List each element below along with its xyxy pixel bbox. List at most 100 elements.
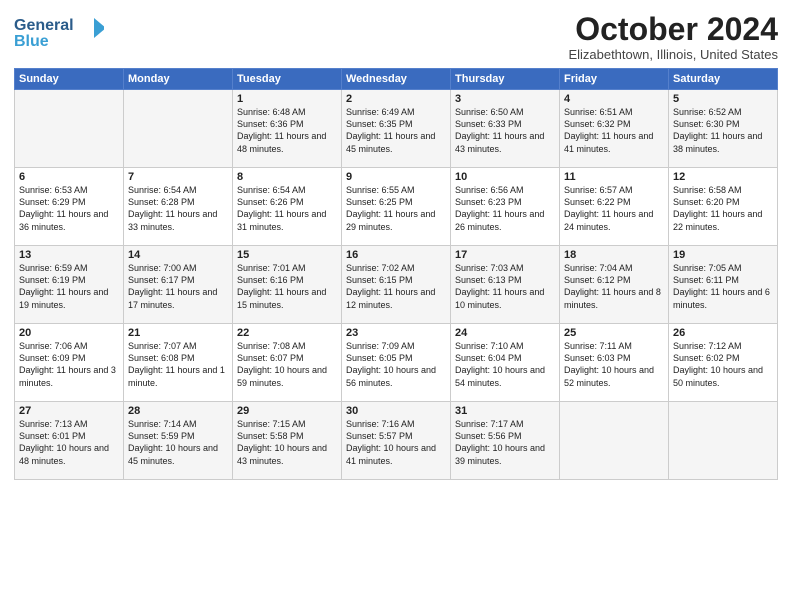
weekday-header-tuesday: Tuesday (233, 69, 342, 90)
logo: General Blue (14, 12, 104, 50)
day-number: 19 (673, 249, 773, 261)
weekday-header-wednesday: Wednesday (342, 69, 451, 90)
day-number: 15 (237, 249, 337, 261)
day-info: Sunrise: 6:54 AM Sunset: 6:26 PM Dayligh… (237, 184, 337, 233)
day-info: Sunrise: 6:52 AM Sunset: 6:30 PM Dayligh… (673, 106, 773, 155)
day-number: 24 (455, 327, 555, 339)
day-number: 12 (673, 171, 773, 183)
location: Elizabethtown, Illinois, United States (568, 47, 778, 62)
day-info: Sunrise: 7:00 AM Sunset: 6:17 PM Dayligh… (128, 262, 228, 311)
day-cell-15: 15Sunrise: 7:01 AM Sunset: 6:16 PM Dayli… (233, 246, 342, 324)
header-row: General Blue October 2024 Elizabethtown,… (14, 12, 778, 62)
week-row-2: 6Sunrise: 6:53 AM Sunset: 6:29 PM Daylig… (15, 168, 778, 246)
day-info: Sunrise: 6:48 AM Sunset: 6:36 PM Dayligh… (237, 106, 337, 155)
day-info: Sunrise: 7:13 AM Sunset: 6:01 PM Dayligh… (19, 418, 119, 467)
day-info: Sunrise: 7:06 AM Sunset: 6:09 PM Dayligh… (19, 340, 119, 389)
day-cell-7: 7Sunrise: 6:54 AM Sunset: 6:28 PM Daylig… (124, 168, 233, 246)
day-cell-4: 4Sunrise: 6:51 AM Sunset: 6:32 PM Daylig… (560, 90, 669, 168)
day-info: Sunrise: 7:03 AM Sunset: 6:13 PM Dayligh… (455, 262, 555, 311)
day-cell-3: 3Sunrise: 6:50 AM Sunset: 6:33 PM Daylig… (451, 90, 560, 168)
svg-text:Blue: Blue (14, 33, 49, 50)
day-cell-19: 19Sunrise: 7:05 AM Sunset: 6:11 PM Dayli… (669, 246, 778, 324)
day-number: 28 (128, 405, 228, 417)
day-cell-25: 25Sunrise: 7:11 AM Sunset: 6:03 PM Dayli… (560, 324, 669, 402)
day-cell-2: 2Sunrise: 6:49 AM Sunset: 6:35 PM Daylig… (342, 90, 451, 168)
day-number: 5 (673, 93, 773, 105)
day-cell-29: 29Sunrise: 7:15 AM Sunset: 5:58 PM Dayli… (233, 402, 342, 480)
day-cell-23: 23Sunrise: 7:09 AM Sunset: 6:05 PM Dayli… (342, 324, 451, 402)
empty-cell (15, 90, 124, 168)
day-number: 11 (564, 171, 664, 183)
day-cell-18: 18Sunrise: 7:04 AM Sunset: 6:12 PM Dayli… (560, 246, 669, 324)
week-row-1: 1Sunrise: 6:48 AM Sunset: 6:36 PM Daylig… (15, 90, 778, 168)
day-info: Sunrise: 6:58 AM Sunset: 6:20 PM Dayligh… (673, 184, 773, 233)
day-number: 17 (455, 249, 555, 261)
day-info: Sunrise: 7:05 AM Sunset: 6:11 PM Dayligh… (673, 262, 773, 311)
day-info: Sunrise: 6:50 AM Sunset: 6:33 PM Dayligh… (455, 106, 555, 155)
week-row-5: 27Sunrise: 7:13 AM Sunset: 6:01 PM Dayli… (15, 402, 778, 480)
day-cell-6: 6Sunrise: 6:53 AM Sunset: 6:29 PM Daylig… (15, 168, 124, 246)
day-number: 7 (128, 171, 228, 183)
weekday-header-saturday: Saturday (669, 69, 778, 90)
day-cell-10: 10Sunrise: 6:56 AM Sunset: 6:23 PM Dayli… (451, 168, 560, 246)
day-info: Sunrise: 6:55 AM Sunset: 6:25 PM Dayligh… (346, 184, 446, 233)
weekday-header-row: SundayMondayTuesdayWednesdayThursdayFrid… (15, 69, 778, 90)
day-number: 1 (237, 93, 337, 105)
day-info: Sunrise: 7:12 AM Sunset: 6:02 PM Dayligh… (673, 340, 773, 389)
day-info: Sunrise: 6:51 AM Sunset: 6:32 PM Dayligh… (564, 106, 664, 155)
day-cell-11: 11Sunrise: 6:57 AM Sunset: 6:22 PM Dayli… (560, 168, 669, 246)
weekday-header-thursday: Thursday (451, 69, 560, 90)
day-info: Sunrise: 7:10 AM Sunset: 6:04 PM Dayligh… (455, 340, 555, 389)
day-number: 26 (673, 327, 773, 339)
day-number: 9 (346, 171, 446, 183)
day-info: Sunrise: 7:11 AM Sunset: 6:03 PM Dayligh… (564, 340, 664, 389)
day-info: Sunrise: 6:53 AM Sunset: 6:29 PM Dayligh… (19, 184, 119, 233)
calendar-container: General Blue October 2024 Elizabethtown,… (0, 0, 792, 612)
weekday-header-monday: Monday (124, 69, 233, 90)
svg-text:General: General (14, 17, 74, 34)
day-cell-9: 9Sunrise: 6:55 AM Sunset: 6:25 PM Daylig… (342, 168, 451, 246)
day-cell-12: 12Sunrise: 6:58 AM Sunset: 6:20 PM Dayli… (669, 168, 778, 246)
day-cell-1: 1Sunrise: 6:48 AM Sunset: 6:36 PM Daylig… (233, 90, 342, 168)
day-number: 22 (237, 327, 337, 339)
day-info: Sunrise: 7:16 AM Sunset: 5:57 PM Dayligh… (346, 418, 446, 467)
day-number: 18 (564, 249, 664, 261)
day-number: 31 (455, 405, 555, 417)
empty-cell (560, 402, 669, 480)
day-cell-26: 26Sunrise: 7:12 AM Sunset: 6:02 PM Dayli… (669, 324, 778, 402)
day-number: 16 (346, 249, 446, 261)
day-info: Sunrise: 7:01 AM Sunset: 6:16 PM Dayligh… (237, 262, 337, 311)
day-info: Sunrise: 6:49 AM Sunset: 6:35 PM Dayligh… (346, 106, 446, 155)
day-info: Sunrise: 6:57 AM Sunset: 6:22 PM Dayligh… (564, 184, 664, 233)
day-number: 10 (455, 171, 555, 183)
day-number: 21 (128, 327, 228, 339)
day-cell-21: 21Sunrise: 7:07 AM Sunset: 6:08 PM Dayli… (124, 324, 233, 402)
day-info: Sunrise: 7:08 AM Sunset: 6:07 PM Dayligh… (237, 340, 337, 389)
weekday-header-sunday: Sunday (15, 69, 124, 90)
day-number: 29 (237, 405, 337, 417)
calendar-table: SundayMondayTuesdayWednesdayThursdayFrid… (14, 68, 778, 480)
day-info: Sunrise: 7:02 AM Sunset: 6:15 PM Dayligh… (346, 262, 446, 311)
day-number: 27 (19, 405, 119, 417)
day-number: 30 (346, 405, 446, 417)
day-info: Sunrise: 7:04 AM Sunset: 6:12 PM Dayligh… (564, 262, 664, 311)
logo-svg: General Blue (14, 12, 104, 50)
day-cell-8: 8Sunrise: 6:54 AM Sunset: 6:26 PM Daylig… (233, 168, 342, 246)
day-cell-17: 17Sunrise: 7:03 AM Sunset: 6:13 PM Dayli… (451, 246, 560, 324)
day-number: 14 (128, 249, 228, 261)
day-number: 3 (455, 93, 555, 105)
day-info: Sunrise: 7:07 AM Sunset: 6:08 PM Dayligh… (128, 340, 228, 389)
day-cell-16: 16Sunrise: 7:02 AM Sunset: 6:15 PM Dayli… (342, 246, 451, 324)
empty-cell (124, 90, 233, 168)
day-number: 25 (564, 327, 664, 339)
day-number: 13 (19, 249, 119, 261)
day-info: Sunrise: 7:09 AM Sunset: 6:05 PM Dayligh… (346, 340, 446, 389)
day-info: Sunrise: 7:17 AM Sunset: 5:56 PM Dayligh… (455, 418, 555, 467)
day-info: Sunrise: 6:54 AM Sunset: 6:28 PM Dayligh… (128, 184, 228, 233)
day-cell-31: 31Sunrise: 7:17 AM Sunset: 5:56 PM Dayli… (451, 402, 560, 480)
day-cell-27: 27Sunrise: 7:13 AM Sunset: 6:01 PM Dayli… (15, 402, 124, 480)
day-number: 4 (564, 93, 664, 105)
day-cell-20: 20Sunrise: 7:06 AM Sunset: 6:09 PM Dayli… (15, 324, 124, 402)
day-cell-30: 30Sunrise: 7:16 AM Sunset: 5:57 PM Dayli… (342, 402, 451, 480)
day-number: 2 (346, 93, 446, 105)
